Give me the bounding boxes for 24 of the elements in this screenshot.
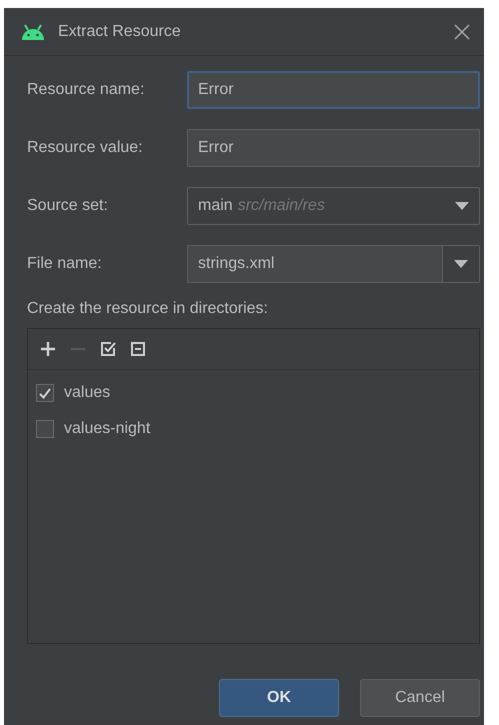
close-icon[interactable] — [454, 24, 470, 40]
dropdown[interactable]: main src/main/res — [187, 187, 480, 225]
check-all-icon[interactable] — [100, 341, 116, 357]
dropdown-arrow-icon — [454, 260, 468, 268]
combo-field[interactable]: strings.xml — [187, 245, 480, 283]
field-label: Resource name: — [27, 81, 146, 99]
add-icon[interactable] — [40, 341, 56, 357]
field-label: Source set: — [27, 197, 109, 215]
directory-label: values — [64, 384, 110, 402]
checkbox[interactable] — [36, 384, 54, 402]
section-label: Create the resource in directories: — [27, 300, 269, 318]
text-field[interactable]: Error — [187, 129, 480, 167]
uncheck-all-icon[interactable] — [130, 341, 146, 357]
field-label: File name: — [27, 255, 103, 273]
window-title: Extract Resource — [58, 22, 182, 40]
text-field[interactable]: Error — [187, 71, 480, 109]
directory-label: values-night — [64, 420, 150, 438]
cancel-button[interactable]: Cancel — [360, 679, 480, 717]
ok-button[interactable]: OK — [219, 679, 339, 717]
checkbox[interactable] — [36, 420, 54, 438]
field-label: Resource value: — [27, 139, 144, 157]
android-robot-icon — [20, 24, 46, 40]
dropdown-arrow-icon — [455, 202, 469, 210]
dropdown-button[interactable] — [442, 246, 479, 282]
